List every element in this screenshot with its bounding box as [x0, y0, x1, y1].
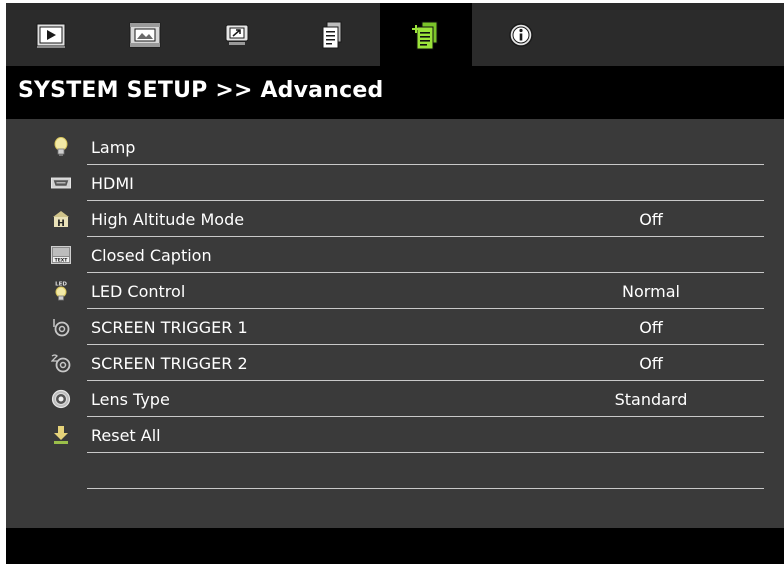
display-icon	[129, 22, 161, 47]
menu-item-label: HDMI	[91, 174, 134, 193]
svg-text:H: H	[57, 219, 65, 228]
menu-item-value: Standard	[614, 390, 688, 409]
setup-icon	[225, 24, 249, 45]
svg-text:TEXT: TEXT	[55, 257, 69, 263]
lamp-icon	[51, 137, 71, 157]
menu-item-label: SCREEN TRIGGER 2	[91, 354, 248, 373]
menu-item-value: Normal	[622, 282, 680, 301]
title-bar: SYSTEM SETUP >> Advanced	[6, 66, 784, 119]
tab-bar	[6, 3, 784, 66]
menu-item-label: LED Control	[91, 282, 186, 301]
menu-item-empty	[6, 453, 784, 489]
bottom-bar	[6, 528, 784, 564]
menu-item-hdmi[interactable]: HDMI	[6, 165, 784, 201]
reset-icon	[51, 425, 71, 445]
menu-item-label: Reset All	[91, 426, 161, 445]
menu-item-value: Off	[639, 210, 663, 229]
hdmi-icon	[51, 173, 71, 193]
menu-item-screen-trigger-2[interactable]: SCREEN TRIGGER 2 Off	[6, 345, 784, 381]
row-divider	[87, 488, 764, 489]
menu-item-value: Off	[639, 318, 663, 337]
menu-item-lamp[interactable]: Lamp	[6, 129, 784, 165]
menu-item-label: High Altitude Mode	[91, 210, 245, 229]
led-icon: LED	[51, 281, 71, 301]
high-altitude-icon: H	[51, 209, 71, 229]
menu-item-label: Closed Caption	[91, 246, 212, 265]
info-icon	[509, 22, 533, 47]
tab-setup[interactable]	[206, 3, 268, 66]
menu-item-screen-trigger-1[interactable]: SCREEN TRIGGER 1 Off	[6, 309, 784, 345]
menu-item-value: Off	[639, 354, 663, 373]
document-icon	[322, 21, 342, 48]
menu-list: Lamp HDMI H High Altitude Mode Off TEXT …	[6, 119, 784, 528]
menu-item-closed-caption[interactable]: TEXT Closed Caption	[6, 237, 784, 273]
menu-item-label: SCREEN TRIGGER 1	[91, 318, 248, 337]
tab-document[interactable]	[301, 3, 363, 66]
page-title: SYSTEM SETUP >> Advanced	[18, 78, 384, 103]
menu-item-label: Lamp	[91, 138, 136, 157]
osd-screen: SYSTEM SETUP >> Advanced Lamp HDMI H Hig…	[6, 3, 784, 564]
menu-item-reset-all[interactable]: Reset All	[6, 417, 784, 453]
tab-advanced-setup[interactable]	[380, 3, 472, 66]
tab-image[interactable]	[20, 3, 82, 66]
menu-item-high-altitude-mode[interactable]: H High Altitude Mode Off	[6, 201, 784, 237]
menu-item-label: Lens Type	[91, 390, 170, 409]
tab-info[interactable]	[490, 3, 552, 66]
menu-item-lens-type[interactable]: Lens Type Standard	[6, 381, 784, 417]
screen-trigger-1-icon	[51, 317, 71, 337]
closed-caption-icon: TEXT	[51, 245, 71, 265]
lens-icon	[51, 389, 71, 409]
menu-item-led-control[interactable]: LED LED Control Normal	[6, 273, 784, 309]
tab-display[interactable]	[114, 3, 176, 66]
screen-trigger-2-icon	[51, 353, 71, 373]
advanced-setup-icon	[412, 21, 438, 49]
image-icon	[36, 23, 66, 48]
